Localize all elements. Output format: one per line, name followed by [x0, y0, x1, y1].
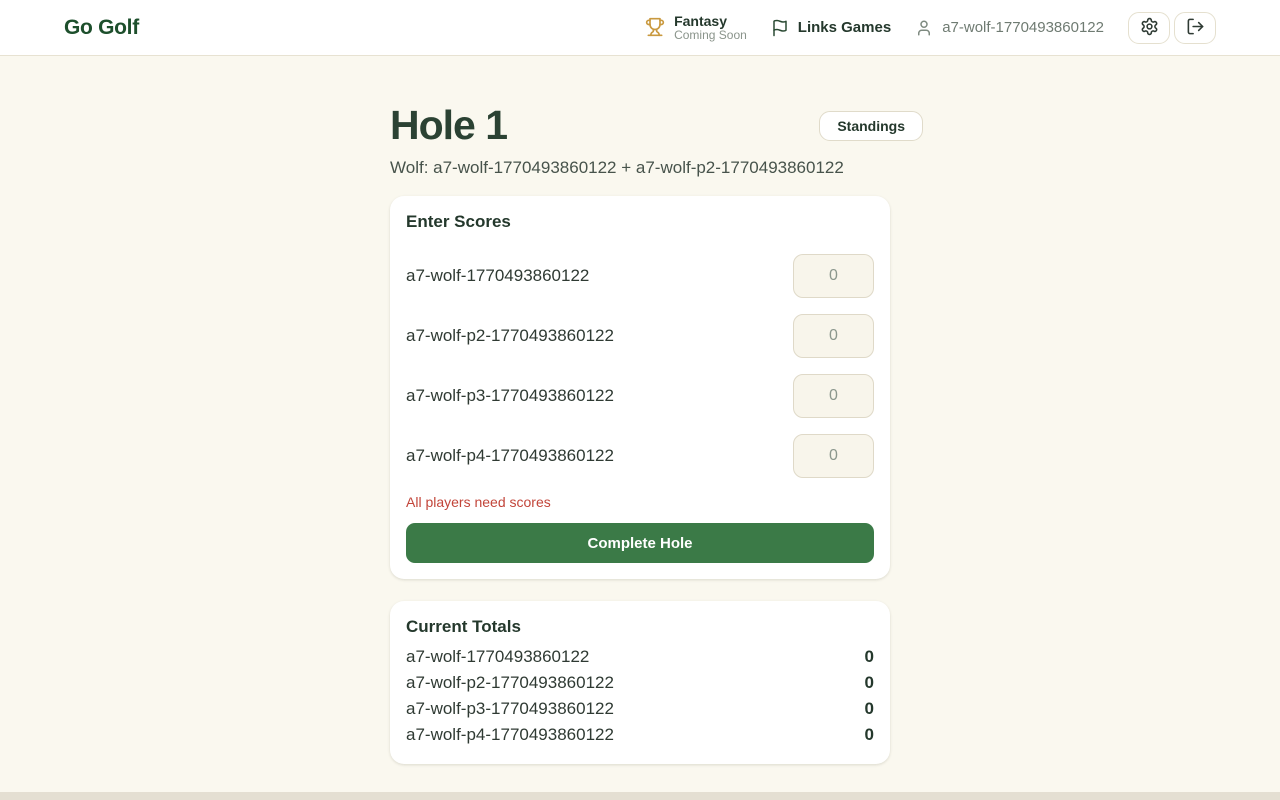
totals-row: a7-wolf-1770493860122 0	[406, 644, 874, 670]
totals-player-score: 0	[865, 696, 874, 722]
player-name-label: a7-wolf-p3-1770493860122	[406, 386, 614, 406]
player-name-label: a7-wolf-p2-1770493860122	[406, 326, 614, 346]
app-header: Go Golf Fantasy Coming Soon	[0, 0, 1280, 56]
totals-player-name: a7-wolf-1770493860122	[406, 644, 589, 670]
totals-player-score: 0	[865, 644, 874, 670]
score-input-player-1[interactable]	[793, 254, 874, 298]
score-input-player-3[interactable]	[793, 374, 874, 418]
flag-icon	[771, 19, 789, 37]
current-totals-card: Current Totals a7-wolf-1770493860122 0 a…	[390, 601, 890, 764]
nav-item-links-games[interactable]: Links Games	[771, 19, 891, 37]
nav-item-fantasy[interactable]: Fantasy Coming Soon	[645, 13, 747, 43]
nav-item-user[interactable]: a7-wolf-1770493860122	[915, 19, 1104, 37]
wolf-subtitle: Wolf: a7-wolf-1770493860122 + a7-wolf-p2…	[390, 158, 890, 178]
gear-icon	[1140, 17, 1159, 39]
header-nav: Fantasy Coming Soon Links Games a7-wolf-…	[645, 12, 1216, 44]
score-row: a7-wolf-p4-1770493860122	[406, 434, 874, 478]
validation-error-message: All players need scores	[406, 494, 874, 510]
totals-row: a7-wolf-p3-1770493860122 0	[406, 696, 874, 722]
totals-player-score: 0	[865, 670, 874, 696]
totals-player-name: a7-wolf-p2-1770493860122	[406, 670, 614, 696]
links-games-label: Links Games	[798, 19, 891, 36]
brand-logo[interactable]: Go Golf	[64, 16, 139, 40]
logout-button[interactable]	[1174, 12, 1216, 44]
score-row: a7-wolf-1770493860122	[406, 254, 874, 298]
complete-hole-button[interactable]: Complete Hole	[406, 523, 874, 563]
score-row: a7-wolf-p2-1770493860122	[406, 314, 874, 358]
totals-row: a7-wolf-p2-1770493860122 0	[406, 670, 874, 696]
settings-button[interactable]	[1128, 12, 1170, 44]
fantasy-label: Fantasy	[674, 13, 747, 29]
enter-scores-card: Enter Scores a7-wolf-1770493860122 a7-wo…	[390, 196, 890, 579]
current-totals-title: Current Totals	[406, 617, 874, 637]
totals-row: a7-wolf-p4-1770493860122 0	[406, 722, 874, 748]
page-title: Hole 1	[390, 102, 507, 149]
totals-player-score: 0	[865, 722, 874, 748]
footer-strip	[0, 792, 1280, 800]
totals-player-name: a7-wolf-p3-1770493860122	[406, 696, 614, 722]
enter-scores-title: Enter Scores	[406, 212, 874, 232]
standings-button[interactable]: Standings	[819, 111, 923, 141]
username-label: a7-wolf-1770493860122	[942, 19, 1104, 36]
logout-icon	[1186, 17, 1205, 39]
player-name-label: a7-wolf-p4-1770493860122	[406, 446, 614, 466]
user-icon	[915, 19, 933, 37]
score-input-player-2[interactable]	[793, 314, 874, 358]
fantasy-coming-soon-label: Coming Soon	[674, 29, 747, 43]
trophy-icon	[645, 17, 665, 37]
main-content: Hole 1 Standings Wolf: a7-wolf-177049386…	[390, 56, 890, 764]
score-row: a7-wolf-p3-1770493860122	[406, 374, 874, 418]
totals-player-name: a7-wolf-p4-1770493860122	[406, 722, 614, 748]
score-input-player-4[interactable]	[793, 434, 874, 478]
player-name-label: a7-wolf-1770493860122	[406, 266, 589, 286]
